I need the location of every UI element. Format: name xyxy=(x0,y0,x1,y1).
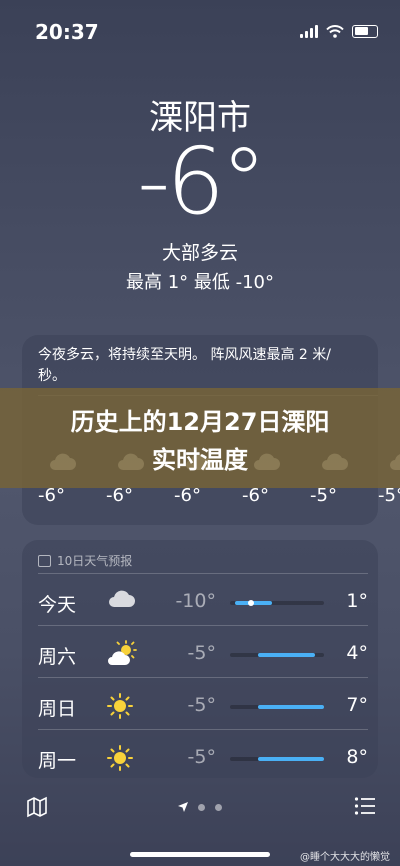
banner-title-line2: 实时温度 xyxy=(152,446,248,474)
hourly-temp: -6° xyxy=(242,485,269,506)
forecast-low: -5° xyxy=(187,746,216,768)
list-icon[interactable] xyxy=(354,796,376,816)
forecast-high: 4° xyxy=(346,642,368,664)
temperature-range-bar xyxy=(230,757,324,761)
forecast-day: 周一 xyxy=(38,750,77,772)
current-condition: 大部多云 xyxy=(161,242,238,264)
forecast-low: -5° xyxy=(187,642,216,664)
temperature-range-fill xyxy=(258,705,324,709)
calendar-icon xyxy=(38,554,51,567)
banner-title-line1: 历史上的12月27日溧阳 xyxy=(70,408,330,436)
forecast-day: 周日 xyxy=(38,698,77,720)
temperature-range-bar xyxy=(230,653,324,657)
current-temperature: -6° xyxy=(137,128,267,235)
forecast-high: 8° xyxy=(346,746,368,768)
forecast-row[interactable]: 周六 -5° 4° xyxy=(38,625,368,682)
hourly-temp: -6° xyxy=(38,485,65,506)
page-dot xyxy=(215,803,222,811)
ten-day-header: 10日天气预报 xyxy=(38,552,132,569)
status-icons xyxy=(300,24,378,38)
divider xyxy=(38,625,368,626)
title-banner: 历史上的12月27日溧阳 实时温度 xyxy=(0,388,400,488)
partly-cloudy-icon xyxy=(106,640,138,668)
divider xyxy=(38,677,368,678)
hourly-temp: -6° xyxy=(174,485,201,506)
forecast-day: 周六 xyxy=(38,646,77,668)
temperature-range-fill xyxy=(258,757,324,761)
forecast-low: -5° xyxy=(187,694,216,716)
ten-day-forecast-card[interactable]: 10日天气预报 今天 -10° 1° 周六 -5° 4° 周日 -5° 7° 周一 -5° 8° xyxy=(22,540,378,778)
watermark: @睡个大大大的懒觉 xyxy=(300,852,390,863)
hourly-temp: -6° xyxy=(106,485,133,506)
divider xyxy=(38,573,368,574)
hourly-temp: -5° xyxy=(378,485,400,506)
page-dot xyxy=(198,803,205,811)
forecast-row[interactable]: 周日 -5° 7° xyxy=(38,677,368,734)
forecast-row[interactable]: 今天 -10° 1° xyxy=(38,573,368,630)
signal-icon xyxy=(300,24,318,38)
forecast-day: 今天 xyxy=(38,594,77,616)
sun-icon xyxy=(106,692,138,720)
temperature-range-bar xyxy=(230,705,324,709)
current-temp-dot xyxy=(247,600,254,606)
ten-day-header-label: 10日天气预报 xyxy=(57,554,133,568)
forecast-high: 7° xyxy=(346,694,368,716)
sun-icon xyxy=(106,744,138,772)
status-time: 20:37 xyxy=(35,20,99,44)
page-indicator[interactable] xyxy=(0,802,400,812)
battery-icon xyxy=(352,24,378,38)
location-arrow-icon xyxy=(178,802,188,812)
forecast-row[interactable]: 周一 -5° 8° xyxy=(38,729,368,786)
divider xyxy=(38,729,368,730)
high-low: 最高 1° 最低 -10° xyxy=(125,272,275,293)
home-indicator[interactable] xyxy=(130,852,270,857)
status-bar: 20:37 xyxy=(0,0,400,60)
temperature-range-fill xyxy=(258,653,315,657)
forecast-low: -10° xyxy=(175,590,216,612)
cloud-icon xyxy=(106,588,138,616)
forecast-high: 1° xyxy=(346,590,368,612)
temperature-range-bar xyxy=(230,600,324,606)
hourly-temp: -5° xyxy=(310,485,337,506)
hourly-summary: 今夜多云，将持续至天明。 阵风风速最高 2 米/秒。 xyxy=(38,347,331,384)
wifi-icon xyxy=(326,24,344,38)
bottom-toolbar xyxy=(0,784,400,834)
